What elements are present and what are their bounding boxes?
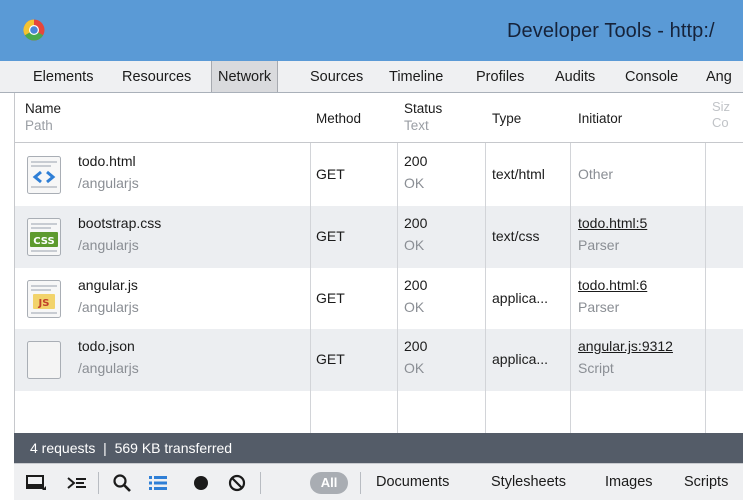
request-type: applica... [492,351,549,367]
filter-all-button[interactable]: All [310,472,348,494]
clear-icon[interactable] [227,473,247,493]
request-method: GET [316,351,345,367]
table-row[interactable]: todo.json /angularjs GET 200 OK applica.… [15,329,743,391]
request-name[interactable]: todo.html [78,153,136,169]
bottom-toolbar: All Documents Stylesheets Images Scripts [14,463,743,500]
request-name[interactable]: bootstrap.css [78,215,161,231]
network-summary-text: 4 requests | 569 KB transferred [30,440,233,456]
request-path: /angularjs [78,299,139,315]
request-status-text: OK [404,299,425,315]
request-type: applica... [492,290,549,306]
table-row[interactable]: todo.html /angularjs GET 200 OK text/htm… [15,144,743,206]
request-type: text/css [492,228,540,244]
request-initiator-link[interactable]: todo.html:5 [578,215,647,231]
column-header-name[interactable]: Name [25,101,61,116]
request-status-text: OK [404,175,425,191]
request-status-code: 200 [404,153,428,169]
tab-network[interactable]: Network [211,61,279,92]
search-icon[interactable] [112,473,132,493]
request-type: text/html [492,166,545,182]
js-file-icon: JS [27,280,61,318]
request-path: /angularjs [78,360,139,376]
request-initiator-link[interactable]: angular.js:9312 [578,338,673,354]
tab-sources[interactable]: Sources [304,61,369,92]
filter-stylesheets[interactable]: Stylesheets [491,464,566,500]
request-status-code: 200 [404,277,428,293]
request-status-text: OK [404,237,425,253]
column-header-method[interactable]: Method [316,111,361,126]
filter-documents[interactable]: Documents [376,464,449,500]
network-summary-bar: 4 requests | 569 KB transferred [14,433,743,463]
column-header-type[interactable]: Type [492,111,521,126]
request-path: /angularjs [78,237,139,253]
request-status-text: OK [404,360,425,376]
toolbar-divider [98,472,99,494]
list-view-icon[interactable] [148,473,168,493]
request-initiator-type: Parser [578,237,620,253]
request-status-code: 200 [404,215,428,231]
request-initiator: Other [578,166,614,182]
toolbar-divider [360,472,361,494]
svg-text:JS: JS [38,298,50,309]
chrome-logo-icon [23,19,45,41]
request-initiator-link[interactable]: todo.html:6 [578,277,647,293]
panel-tab-bar: Elements Resources Network Sources Timel… [0,61,743,93]
dock-icon[interactable] [26,473,46,493]
column-header-size[interactable]: Siz Co [712,99,730,131]
record-icon[interactable] [191,473,211,493]
network-request-table: Name Path Method Status Text Type Initia… [14,93,743,433]
tab-profiles[interactable]: Profiles [470,61,530,92]
html-file-icon [27,156,61,194]
column-header-status-text[interactable]: Text [404,118,429,133]
tab-elements[interactable]: Elements [27,61,99,92]
json-file-icon [27,341,61,379]
filter-images[interactable]: Images [605,464,653,500]
tab-audits[interactable]: Audits [549,61,601,92]
request-name[interactable]: angular.js [78,277,138,293]
column-header-initiator[interactable]: Initiator [578,111,622,126]
request-initiator-type: Parser [578,299,620,315]
tab-timeline[interactable]: Timeline [383,61,449,92]
request-status-code: 200 [404,338,428,354]
table-row[interactable]: JS angular.js /angularjs GET 200 OK appl… [15,268,743,330]
tab-console[interactable]: Console [619,61,684,92]
request-initiator-type: Script [578,360,614,376]
table-header: Name Path Method Status Text Type Initia… [15,93,743,143]
toolbar-divider [260,472,261,494]
console-icon[interactable] [67,473,87,493]
column-header-path[interactable]: Path [25,118,53,133]
window-title-bar: Developer Tools - http:/ [0,0,743,61]
tab-resources[interactable]: Resources [116,61,197,92]
request-method: GET [316,166,345,182]
request-method: GET [316,290,345,306]
tab-angularjs[interactable]: Ang [700,61,738,92]
request-method: GET [316,228,345,244]
css-file-icon: CSS [27,218,61,256]
svg-text:CSS: CSS [33,236,54,247]
table-row[interactable]: CSS bootstrap.css /angularjs GET 200 OK … [15,206,743,268]
request-name[interactable]: todo.json [78,338,135,354]
window-title: Developer Tools - http:/ [507,20,715,42]
request-path: /angularjs [78,175,139,191]
filter-scripts[interactable]: Scripts [684,464,728,500]
column-header-status[interactable]: Status [404,101,442,116]
